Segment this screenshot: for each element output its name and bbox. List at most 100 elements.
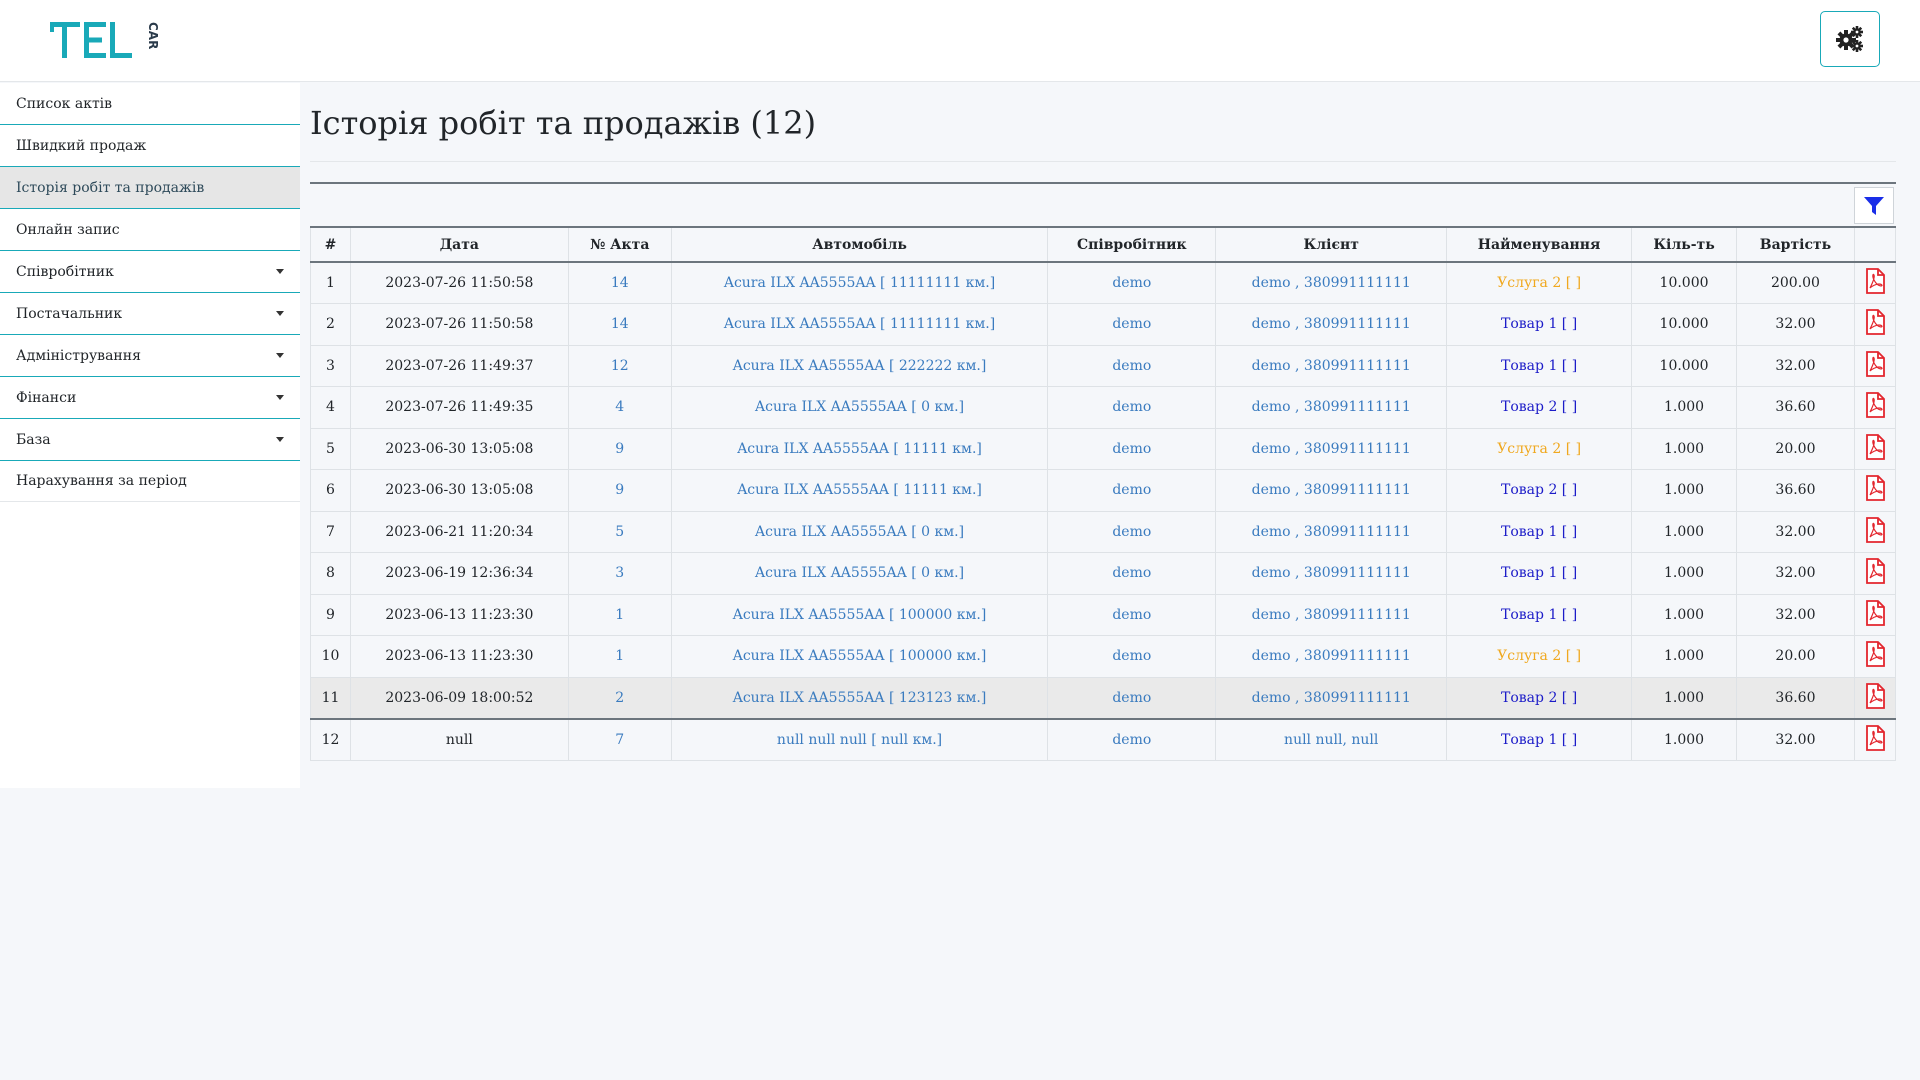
car-link[interactable]: Acura ILX AA5555AA [ 123123 км.] xyxy=(733,690,987,706)
table-row[interactable]: 8 2023-06-19 12:36:34 3 Acura ILX AA5555AA … xyxy=(310,552,1897,595)
client-link[interactable]: demo , 380991111111 xyxy=(1252,316,1411,332)
employee-link[interactable]: demo xyxy=(1112,648,1151,664)
sidebar-item-9[interactable]: Нарахування за період xyxy=(0,461,300,502)
client-link[interactable]: demo , 380991111111 xyxy=(1252,690,1411,706)
table-row[interactable]: 1 2023-07-26 11:50:58 14 Acura ILX AA5555AA… xyxy=(310,261,1897,304)
sidebar-item-1[interactable]: Швидкий продаж xyxy=(0,125,300,167)
act-link[interactable]: 2 xyxy=(615,690,624,706)
item-link[interactable]: Услуга 2 [ ] xyxy=(1497,275,1581,291)
sidebar-item-2[interactable]: Історія робіт та продажів xyxy=(0,167,300,209)
pdf-file-icon[interactable] xyxy=(1864,558,1886,588)
row-price-cell: 32.00 xyxy=(1736,303,1855,346)
employee-link[interactable]: demo xyxy=(1112,690,1151,706)
car-link[interactable]: null null null [ null км.] xyxy=(777,732,942,748)
employee-link[interactable]: demo xyxy=(1112,358,1151,374)
employee-link[interactable]: demo xyxy=(1112,607,1151,623)
table-row[interactable]: 11 2023-06-09 18:00:52 2 Acura ILX AA5555AA… xyxy=(310,676,1897,720)
employee-link[interactable]: demo xyxy=(1112,732,1151,748)
pdf-file-icon[interactable] xyxy=(1864,475,1886,505)
employee-link[interactable]: demo xyxy=(1112,524,1151,540)
client-link[interactable]: demo , 380991111111 xyxy=(1252,441,1411,457)
employee-link[interactable]: demo xyxy=(1112,441,1151,457)
pdf-file-icon[interactable] xyxy=(1864,268,1886,298)
pdf-file-icon[interactable] xyxy=(1864,433,1886,464)
table-row[interactable]: 10 2023-06-13 11:23:30 1 Acura ILX AA5555AA… xyxy=(310,635,1897,678)
sidebar-item-5[interactable]: Постачальник xyxy=(0,293,300,335)
table-row[interactable]: 12 null 7 null null null [ null км.] demo nul… xyxy=(310,718,1897,761)
sidebar-item-7[interactable]: Фінанси xyxy=(0,377,300,419)
act-link[interactable]: 9 xyxy=(615,441,624,457)
client-link[interactable]: demo , 380991111111 xyxy=(1252,607,1411,623)
client-link[interactable]: demo , 380991111111 xyxy=(1252,399,1411,415)
item-link[interactable]: Товар 1 [ ] xyxy=(1501,732,1577,748)
table-row[interactable]: 5 2023-06-30 13:05:08 9 Acura ILX AA5555AA … xyxy=(310,427,1897,470)
sidebar-item-8[interactable]: База xyxy=(0,419,300,461)
item-link[interactable]: Товар 1 [ ] xyxy=(1501,358,1577,374)
pdf-file-icon[interactable] xyxy=(1864,641,1886,671)
table-row[interactable]: 7 2023-06-21 11:20:34 5 Acura ILX AA5555AA … xyxy=(310,510,1897,553)
item-link[interactable]: Товар 1 [ ] xyxy=(1501,316,1577,332)
row-price-cell: 32.00 xyxy=(1736,510,1855,553)
act-link[interactable]: 4 xyxy=(615,399,624,415)
client-link[interactable]: demo , 380991111111 xyxy=(1252,524,1411,540)
client-link[interactable]: demo , 380991111111 xyxy=(1252,358,1411,374)
item-link[interactable]: Товар 2 [ ] xyxy=(1501,482,1577,498)
client-link-cell: demo , 380991111111 xyxy=(1215,344,1448,387)
employee-link[interactable]: demo xyxy=(1112,399,1151,415)
pdf-file-icon[interactable] xyxy=(1864,599,1886,630)
item-link[interactable]: Товар 1 [ ] xyxy=(1501,524,1577,540)
item-link[interactable]: Товар 1 [ ] xyxy=(1501,565,1577,581)
act-link[interactable]: 14 xyxy=(611,275,629,291)
sidebar-item-0[interactable]: Список актів xyxy=(0,83,300,125)
pdf-file-icon[interactable] xyxy=(1864,392,1886,422)
item-link[interactable]: Услуга 2 [ ] xyxy=(1497,441,1581,457)
filter-button[interactable] xyxy=(1854,187,1894,224)
client-link[interactable]: null null, null xyxy=(1284,732,1378,748)
table-row[interactable]: 3 2023-07-26 11:49:37 12 Acura ILX AA5555AA… xyxy=(310,344,1897,387)
car-link[interactable]: Acura ILX AA5555AA [ 0 км.] xyxy=(755,399,964,415)
car-link[interactable]: Acura ILX AA5555AA [ 11111 км.] xyxy=(737,482,982,498)
client-link[interactable]: demo , 380991111111 xyxy=(1252,482,1411,498)
table-row[interactable]: 4 2023-07-26 11:49:35 4 Acura ILX AA5555AA … xyxy=(310,386,1897,429)
table-row[interactable]: 9 2023-06-13 11:23:30 1 Acura ILX AA5555AA … xyxy=(310,593,1897,636)
sidebar-item-3[interactable]: Онлайн запис xyxy=(0,209,300,251)
pdf-file-icon[interactable] xyxy=(1864,309,1886,339)
employee-link[interactable]: demo xyxy=(1112,482,1151,498)
table-row[interactable]: 6 2023-06-30 13:05:08 9 Acura ILX AA5555AA … xyxy=(310,469,1897,512)
act-link[interactable]: 1 xyxy=(615,648,624,664)
sidebar-item-6[interactable]: Адміністрування xyxy=(0,335,300,377)
pdf-file-icon[interactable] xyxy=(1864,682,1886,713)
car-link[interactable]: Acura ILX AA5555AA [ 100000 км.] xyxy=(733,607,987,623)
item-link[interactable]: Товар 1 [ ] xyxy=(1501,607,1577,623)
client-link[interactable]: demo , 380991111111 xyxy=(1252,648,1411,664)
pdf-file-icon[interactable] xyxy=(1864,350,1886,381)
settings-button[interactable] xyxy=(1820,11,1880,67)
car-link[interactable]: Acura ILX AA5555AA [ 11111111 км.] xyxy=(724,275,995,291)
pdf-file-icon[interactable] xyxy=(1864,724,1886,755)
item-link[interactable]: Услуга 2 [ ] xyxy=(1497,648,1581,664)
employee-link[interactable]: demo xyxy=(1112,316,1151,332)
car-link[interactable]: Acura ILX AA5555AA [ 0 км.] xyxy=(755,524,964,540)
client-link[interactable]: demo , 380991111111 xyxy=(1252,565,1411,581)
sidebar-item-4[interactable]: Співробітник xyxy=(0,251,300,293)
car-link[interactable]: Acura ILX AA5555AA [ 100000 км.] xyxy=(733,648,987,664)
item-link[interactable]: Товар 2 [ ] xyxy=(1501,399,1577,415)
act-link[interactable]: 3 xyxy=(615,565,624,581)
act-link[interactable]: 1 xyxy=(615,607,624,623)
act-link[interactable]: 12 xyxy=(611,358,629,374)
act-link[interactable]: 14 xyxy=(611,316,629,332)
act-link[interactable]: 7 xyxy=(615,732,624,748)
car-link[interactable]: Acura ILX AA5555AA [ 11111111 км.] xyxy=(724,316,995,332)
car-link[interactable]: Acura ILX AA5555AA [ 222222 км.] xyxy=(733,358,987,374)
employee-link[interactable]: demo xyxy=(1112,275,1151,291)
car-link[interactable]: Acura ILX AA5555AA [ 11111 км.] xyxy=(737,441,982,457)
act-link[interactable]: 9 xyxy=(615,482,624,498)
employee-link[interactable]: demo xyxy=(1112,565,1151,581)
client-link[interactable]: demo , 380991111111 xyxy=(1252,275,1411,291)
act-link[interactable]: 5 xyxy=(615,524,624,540)
car-link[interactable]: Acura ILX AA5555AA [ 0 км.] xyxy=(755,565,964,581)
telcar-logo[interactable]: CAR xyxy=(48,18,160,64)
item-link[interactable]: Товар 2 [ ] xyxy=(1501,690,1577,706)
pdf-file-icon[interactable] xyxy=(1864,516,1886,547)
table-row[interactable]: 2 2023-07-26 11:50:58 14 Acura ILX AA5555AA… xyxy=(310,303,1897,346)
